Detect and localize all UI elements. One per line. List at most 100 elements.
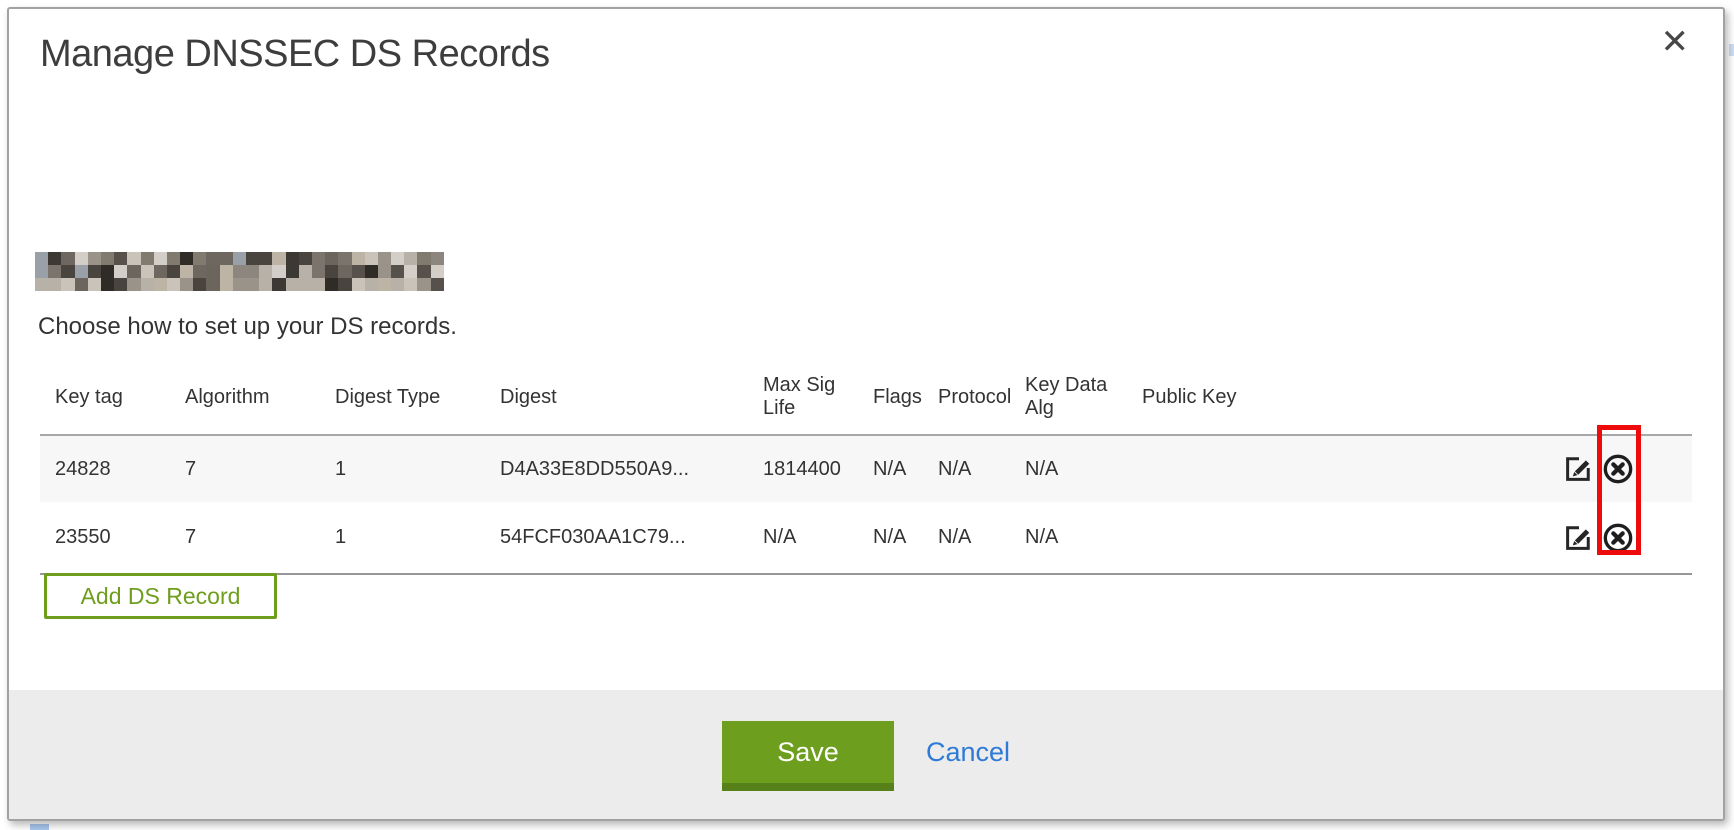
redacted-pixel [286, 252, 299, 265]
cell-protocol: N/A [923, 435, 1010, 502]
table-row: 23550 7 1 54FCF030AA1C79... N/A N/A N/A … [40, 502, 1692, 574]
redacted-pixel [352, 265, 365, 278]
redacted-pixel [193, 252, 206, 265]
redacted-pixel [35, 265, 48, 278]
cell-protocol: N/A [923, 502, 1010, 574]
redacted-pixel [180, 265, 193, 278]
redacted-pixel [75, 278, 88, 291]
column-header-protocol: Protocol [923, 358, 1010, 435]
table-header-row: Key tag Algorithm Digest Type Digest Max… [40, 358, 1692, 435]
redacted-pixel [48, 278, 61, 291]
redacted-pixel [365, 265, 378, 278]
redacted-pixel [220, 278, 233, 291]
redacted-pixel [141, 265, 154, 278]
redacted-pixel [75, 252, 88, 265]
redacted-pixel [141, 252, 154, 265]
column-header-key-data-alg: Key Data Alg [1010, 358, 1127, 435]
cell-public-key [1127, 435, 1558, 502]
background-page-fragment [1729, 44, 1734, 56]
cell-digest: 54FCF030AA1C79... [485, 502, 748, 574]
redacted-pixel [404, 265, 417, 278]
redacted-pixel [312, 278, 325, 291]
redacted-pixel [206, 252, 219, 265]
edit-record-icon[interactable] [1563, 454, 1593, 484]
redacted-pixel [417, 278, 430, 291]
edit-record-icon[interactable] [1563, 523, 1593, 553]
cell-key-tag: 23550 [40, 502, 170, 574]
cell-key-data-alg: N/A [1010, 502, 1127, 574]
redacted-pixel [206, 265, 219, 278]
redacted-pixel [220, 252, 233, 265]
redacted-pixel [101, 252, 114, 265]
cell-max-sig-life: N/A [748, 502, 858, 574]
redacted-pixel [272, 252, 285, 265]
redacted-pixel [193, 278, 206, 291]
redacted-pixel [325, 278, 338, 291]
cancel-link[interactable]: Cancel [926, 721, 1010, 783]
close-icon[interactable]: ✕ [1661, 25, 1690, 59]
redacted-pixel [61, 278, 74, 291]
redacted-pixel [193, 265, 206, 278]
cell-actions [1558, 502, 1692, 574]
delete-record-icon[interactable] [1602, 453, 1634, 485]
save-button[interactable]: Save [722, 721, 894, 791]
redacted-pixel [338, 252, 351, 265]
redacted-pixel [154, 265, 167, 278]
cell-actions [1558, 435, 1692, 502]
redacted-pixel [246, 252, 259, 265]
redacted-pixel [378, 278, 391, 291]
redacted-pixel [286, 265, 299, 278]
redacted-pixel [246, 265, 259, 278]
column-header-algorithm: Algorithm [170, 358, 320, 435]
cell-algorithm: 7 [170, 435, 320, 502]
redacted-pixel [180, 252, 193, 265]
redacted-pixel [352, 278, 365, 291]
redacted-pixel [338, 278, 351, 291]
redacted-pixel [114, 278, 127, 291]
redacted-pixel [246, 278, 259, 291]
redacted-pixel [378, 252, 391, 265]
delete-record-icon[interactable] [1602, 522, 1634, 554]
redacted-pixel [391, 278, 404, 291]
redacted-pixel [167, 252, 180, 265]
cell-digest-type: 1 [320, 435, 485, 502]
redacted-pixel [167, 278, 180, 291]
redacted-pixel [127, 278, 140, 291]
redacted-pixel [88, 252, 101, 265]
redacted-pixel [35, 278, 48, 291]
redacted-pixel [48, 252, 61, 265]
redacted-pixel [417, 265, 430, 278]
redacted-pixel [127, 265, 140, 278]
cell-key-data-alg: N/A [1010, 435, 1127, 502]
redacted-pixel [233, 252, 246, 265]
redacted-pixel [48, 265, 61, 278]
redacted-pixel [35, 252, 48, 265]
add-ds-record-button[interactable]: Add DS Record [44, 573, 277, 619]
redacted-pixel [325, 265, 338, 278]
redacted-pixel [114, 252, 127, 265]
redacted-pixel [154, 252, 167, 265]
redacted-pixel [272, 278, 285, 291]
redacted-pixel [259, 252, 272, 265]
redacted-pixel [365, 278, 378, 291]
column-header-digest-type: Digest Type [320, 358, 485, 435]
cell-key-tag: 24828 [40, 435, 170, 502]
column-header-digest: Digest [485, 358, 748, 435]
manage-dnssec-ds-records-dialog: Manage DNSSEC DS Records ✕ Choose how to… [7, 7, 1725, 821]
redacted-pixel [61, 265, 74, 278]
redacted-pixel [417, 252, 430, 265]
redacted-pixel [391, 252, 404, 265]
redacted-pixel [101, 278, 114, 291]
redacted-pixel [220, 265, 233, 278]
cell-flags: N/A [858, 502, 923, 574]
cell-digest: D4A33E8DD550A9... [485, 435, 748, 502]
cell-max-sig-life: 1814400 [748, 435, 858, 502]
redacted-pixel [378, 265, 391, 278]
redacted-pixel [338, 265, 351, 278]
redacted-pixel [259, 278, 272, 291]
redacted-pixel [286, 278, 299, 291]
ds-records-table-wrap: Key tag Algorithm Digest Type Digest Max… [40, 358, 1692, 575]
redacted-pixel [180, 278, 193, 291]
dialog-footer: Save Cancel [9, 690, 1723, 819]
redacted-pixel [365, 252, 378, 265]
